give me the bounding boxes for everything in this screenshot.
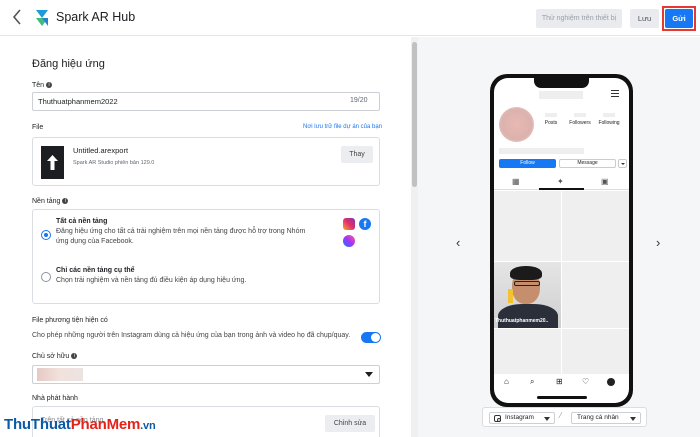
- effect-preview-photo: Thuthuatphanmem20..: [494, 262, 561, 328]
- owner-select[interactable]: [32, 365, 380, 384]
- top-bar: Spark AR Hub Thử nghiệm trên thiết bị Lư…: [0, 0, 700, 36]
- effects-icon: ✦: [557, 177, 564, 186]
- caret-down-icon: [630, 417, 636, 421]
- info-icon: i: [46, 82, 53, 89]
- replace-file-button[interactable]: Thay: [341, 146, 373, 163]
- scrollbar-thumb[interactable]: [412, 42, 417, 187]
- photo-caption: Thuthuatphanmem20..: [495, 318, 549, 324]
- menu-icon: [611, 90, 619, 97]
- message-button: Message: [559, 159, 616, 168]
- name-char-counter: 19/20: [350, 97, 368, 104]
- spark-ar-logo-icon: [34, 9, 50, 27]
- grid-icon: ▦: [512, 177, 520, 186]
- tagged-icon: ▣: [601, 177, 609, 186]
- page-select[interactable]: Trang cá nhân: [571, 412, 641, 424]
- previous-preview-button[interactable]: ‹: [456, 235, 460, 250]
- platform-select[interactable]: Instagram: [489, 412, 555, 424]
- search-icon: ⌕: [530, 377, 535, 386]
- media-label: File phương tiện hiện có: [32, 317, 108, 324]
- radio-all-platforms[interactable]: [41, 230, 51, 240]
- file-name: Untitled.arexport: [73, 146, 129, 155]
- watermark: ThuThuatPhanMem.vn: [4, 416, 156, 433]
- edit-publisher-button[interactable]: Chỉnh sửa: [325, 415, 375, 432]
- stat-followers: Followers: [568, 113, 592, 126]
- save-button[interactable]: Lưu: [630, 9, 659, 28]
- send-highlight-box: [662, 6, 696, 31]
- phone-screen: Posts Followers Following Follow Message…: [494, 78, 629, 403]
- info-icon: i: [62, 198, 69, 205]
- file-version: Spark AR Studio phiên bản 129.0: [73, 160, 155, 166]
- name-label: Tên i: [32, 82, 53, 89]
- more-button: [618, 159, 627, 168]
- separator: ⁄: [560, 411, 562, 420]
- active-tab-indicator: [539, 188, 584, 190]
- next-preview-button[interactable]: ›: [656, 235, 660, 250]
- grid-cell: [494, 191, 561, 261]
- preview-panel: ‹ › Posts Followers Following Follow Mes…: [418, 37, 700, 437]
- grid-cell: [562, 191, 629, 261]
- test-on-device-button[interactable]: Thử nghiệm trên thiết bị: [536, 9, 622, 28]
- upload-arrow-icon: [41, 146, 64, 179]
- option-all-platforms-desc: Đăng hiệu ứng cho tất cả trải nghiệm trê…: [56, 228, 306, 245]
- platform-options: Tất cả nền tảng Đăng hiệu ứng cho tất cả…: [32, 209, 380, 304]
- chevron-left-icon[interactable]: [12, 9, 28, 27]
- stat-following: Following: [597, 113, 621, 126]
- option-specific-platforms-title: Chỉ các nền tảng cụ thể: [56, 267, 135, 274]
- storage-link[interactable]: Nơi lưu trữ file dự án của bạn: [303, 124, 382, 130]
- owner-label: Chủ sở hữu i: [32, 353, 78, 360]
- home-indicator: [537, 396, 587, 399]
- option-all-platforms-title: Tất cả nền tảng: [56, 218, 108, 225]
- bottom-nav: ⌂ ⌕ ⊞ ♡: [494, 375, 629, 390]
- platform-label: Nền tảng i: [32, 198, 69, 205]
- radio-specific-platforms[interactable]: [41, 272, 51, 282]
- grid-cell: [562, 262, 629, 328]
- instagram-icon: [494, 415, 501, 422]
- heart-icon: ♡: [582, 377, 590, 386]
- profile-tabs: ▦ ✦ ▣: [494, 174, 629, 190]
- owner-avatar-blurred: [37, 368, 83, 381]
- phone-notch: [534, 78, 589, 88]
- effect-name-input[interactable]: Thuthuatphanmem2022: [32, 92, 380, 111]
- profile-icon: [607, 378, 615, 386]
- existing-media-toggle[interactable]: [361, 332, 381, 343]
- file-label: File: [32, 124, 44, 131]
- publisher-label: Nhà phát hành: [32, 395, 78, 402]
- stat-posts: Posts: [539, 113, 563, 126]
- home-icon: ⌂: [504, 377, 509, 386]
- media-description: Cho phép những người trên Instagram dùng…: [32, 332, 351, 339]
- preview-controls: Instagram ⁄ Trang cá nhân: [482, 407, 647, 427]
- info-icon: i: [71, 353, 78, 360]
- instagram-icon: [343, 218, 355, 230]
- caret-down-icon: [365, 372, 373, 377]
- file-card: Untitled.arexport Spark AR Studio phiên …: [32, 137, 380, 186]
- messenger-icon: [343, 235, 355, 247]
- username-blurred: [539, 91, 583, 99]
- section-title: Đăng hiệu ứng: [32, 58, 105, 70]
- grid-cell: [494, 329, 561, 374]
- option-specific-platforms-desc: Chọn trải nghiệm và nền tảng đủ điều kiệ…: [56, 277, 247, 284]
- app-title: Spark AR Hub: [56, 10, 136, 24]
- phone-mockup: Posts Followers Following Follow Message…: [490, 74, 633, 407]
- grid-cell: [562, 329, 629, 374]
- follow-button: Follow: [499, 159, 556, 168]
- bio-blurred: [499, 148, 584, 154]
- avatar: [499, 107, 534, 142]
- caret-down-icon: [544, 417, 550, 421]
- facebook-icon: f: [359, 218, 371, 230]
- publish-form-panel: Đăng hiệu ứng Tên i Thuthuatphanmem2022 1…: [0, 37, 412, 437]
- add-icon: ⊞: [556, 377, 563, 386]
